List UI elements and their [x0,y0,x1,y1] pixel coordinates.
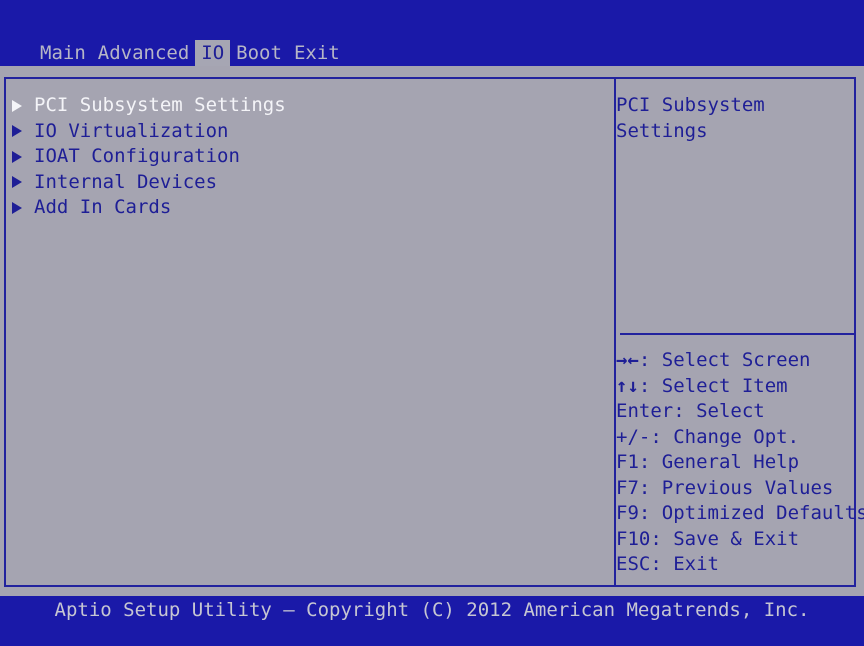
tab-advanced[interactable]: Advanced [92,40,196,66]
key-hint-change-opt: +/-: Change Opt. [616,425,800,448]
key-hint-text: : Select Screen [638,349,811,371]
menu-item-label: Internal Devices [34,170,218,193]
key-hint-previous-values: F7: Previous Values [616,476,834,499]
key-hint-select-item: ↑↓: Select Item [616,374,864,400]
key-hint-save-exit: F10: Save & Exit [616,527,800,550]
menu-item-add-in-cards[interactable]: Add In Cards [12,195,286,221]
up-down-arrows-icon: ↑↓ [616,374,639,397]
menu-item-label: Add In Cards [34,196,172,218]
submenu-arrow-icon [12,150,22,163]
tab-io[interactable]: IO [195,40,231,66]
key-hint-optimized-defaults: F9: Optimized Defaults [616,502,864,524]
menu-item-label: IO Virtualization [34,119,229,142]
menu-item-internal-devices[interactable]: Internal Devices [12,170,286,196]
io-menu-list: PCI Subsystem Settings IO Virtualization… [12,93,286,221]
tab-boot[interactable]: Boot [230,40,288,66]
copyright-text: Aptio Setup Utility – Copyright (C) 2012… [54,599,810,621]
setup-panel: PCI Subsystem Settings IO Virtualization… [0,66,864,596]
help-divider [620,333,856,335]
left-right-arrows-icon: →← [616,349,639,371]
panel-frame: PCI Subsystem Settings IO Virtualization… [4,77,864,587]
key-hint-esc-exit: ESC: Exit [616,553,719,575]
key-hint-select-screen: →←: Select Screen [616,348,864,374]
menu-item-pci-subsystem-settings[interactable]: PCI Subsystem Settings [12,93,286,119]
menu-item-io-virtualization[interactable]: IO Virtualization [12,119,286,145]
help-description: PCI Subsystem Settings [616,94,765,142]
tab-main[interactable]: Main [34,40,92,66]
submenu-arrow-icon [12,125,22,138]
footer-bar: Aptio Setup Utility – Copyright (C) 2012… [0,596,864,646]
key-hint-enter: Enter: Select [616,400,765,422]
menu-item-ioat-configuration[interactable]: IOAT Configuration [12,144,286,170]
submenu-arrow-icon [12,201,22,214]
key-hint-general-help: F1: General Help [616,451,800,473]
menu-item-label: PCI Subsystem Settings [34,94,286,116]
key-legend: →←: Select Screen ↑↓: Select Item Enter:… [616,348,864,578]
submenu-arrow-icon [12,99,22,112]
tab-list: Main Advanced IO Boot Exit [34,40,346,66]
tab-exit[interactable]: Exit [288,40,346,66]
menu-bar: Main Advanced IO Boot Exit [0,0,864,66]
key-hint-text: : Select Item [638,374,788,397]
menu-item-label: IOAT Configuration [34,145,240,167]
submenu-arrow-icon [12,176,22,189]
